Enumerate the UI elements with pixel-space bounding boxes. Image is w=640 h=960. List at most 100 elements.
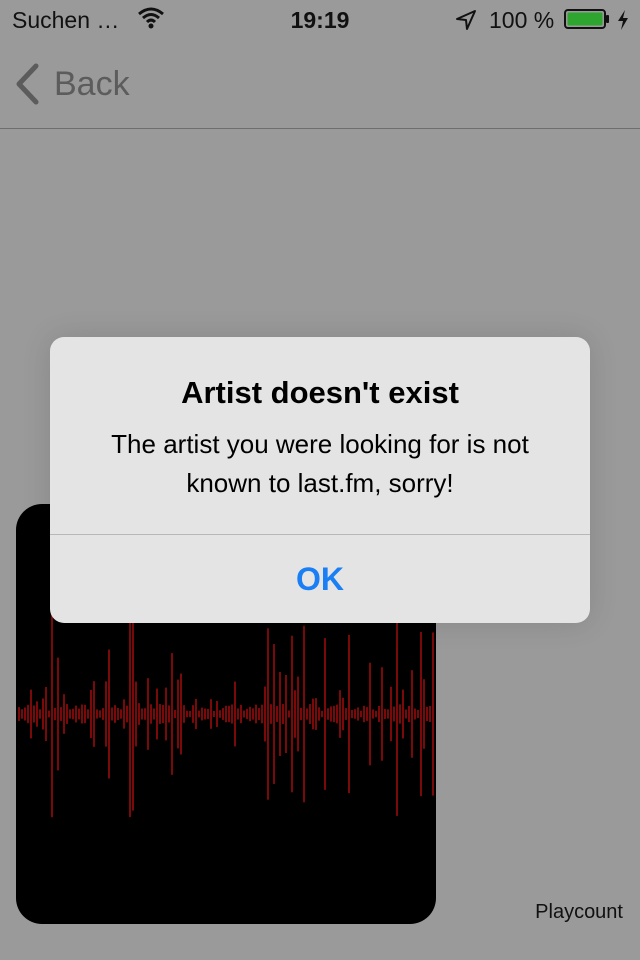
waveform-bar — [219, 710, 221, 718]
waveform-bar — [393, 706, 395, 722]
waveform-bar — [57, 657, 59, 771]
waveform-bar — [258, 708, 260, 720]
waveform-bar — [177, 679, 179, 749]
waveform-bar — [336, 704, 338, 724]
waveform-bar — [351, 709, 353, 719]
waveform-bar — [21, 709, 23, 719]
waveform-bar — [339, 690, 341, 738]
waveform-bar — [147, 678, 149, 750]
waveform-bar — [75, 705, 77, 723]
waveform-bar — [426, 706, 428, 722]
waveform-bar — [249, 706, 251, 722]
waveform-bar — [207, 708, 209, 720]
waveform-bar — [102, 708, 104, 720]
waveform-bar — [144, 708, 146, 720]
waveform-bar — [93, 681, 95, 747]
waveform-bar — [87, 709, 89, 719]
waveform-bar — [330, 706, 332, 722]
back-button[interactable]: Back — [14, 62, 130, 106]
waveform-bar — [357, 707, 359, 721]
waveform-bar — [51, 610, 53, 818]
waveform-bar — [414, 708, 416, 720]
waveform-bar — [273, 644, 275, 784]
waveform-bar — [396, 612, 398, 816]
waveform-bar — [117, 707, 119, 721]
waveform-bar — [150, 704, 152, 724]
waveform-bar — [270, 704, 272, 724]
waveform-bar — [363, 705, 365, 723]
waveform-bar — [30, 689, 32, 739]
waveform-bar — [408, 705, 410, 723]
waveform-bar — [222, 708, 224, 720]
waveform-bar — [342, 697, 344, 731]
waveform-bar — [294, 690, 296, 738]
waveform-bar — [108, 649, 110, 779]
alert-dialog: Artist doesn't exist The artist you were… — [50, 337, 590, 623]
waveform-bar — [318, 707, 320, 721]
waveform-bar — [369, 662, 371, 766]
navigation-bar: Back — [0, 40, 640, 129]
waveform-bar — [135, 681, 137, 747]
waveform-bar — [378, 705, 380, 723]
playcount-label: Playcount — [535, 901, 623, 923]
waveform-bar — [237, 708, 239, 720]
waveform-bar — [246, 708, 248, 720]
waveform-bar — [120, 709, 122, 719]
charging-bolt-icon — [618, 10, 628, 30]
waveform-bar — [60, 707, 62, 721]
waveform-bar — [90, 689, 92, 739]
waveform-bar — [429, 706, 431, 722]
waveform-bar — [204, 708, 206, 720]
location-arrow-icon — [456, 10, 476, 30]
waveform-bar — [138, 703, 140, 725]
waveform-bar — [198, 710, 200, 718]
waveform-bar — [180, 673, 182, 755]
alert-title: Artist doesn't exist — [181, 375, 459, 410]
waveform-bar — [402, 689, 404, 739]
waveform-bar — [228, 705, 230, 723]
waveform-bar — [183, 705, 185, 723]
waveform-bar — [111, 707, 113, 721]
waveform-bar — [267, 628, 269, 800]
waveform-bar — [132, 617, 134, 811]
waveform-bar — [354, 709, 356, 719]
waveform-bar — [129, 610, 131, 818]
waveform-bar — [42, 698, 44, 730]
waveform-bar — [348, 634, 350, 794]
waveform-bar — [99, 710, 101, 718]
waveform-bar — [81, 704, 83, 724]
waveform-bar — [192, 705, 194, 723]
battery-percent: 100 % — [489, 7, 555, 33]
waveform-bar — [63, 694, 65, 734]
waveform-bar — [48, 710, 50, 718]
waveform-bar — [45, 686, 47, 742]
waveform-bar — [165, 687, 167, 741]
waveform-bar — [225, 705, 227, 723]
waveform-bar — [36, 701, 38, 727]
waveform-bar — [366, 707, 368, 721]
waveform-bar — [33, 705, 35, 723]
waveform-bar — [39, 709, 41, 719]
waveform-bar — [387, 709, 389, 719]
waveform-bar — [312, 698, 314, 730]
waveform-bar — [114, 705, 116, 723]
waveform-bar — [27, 704, 29, 724]
waveform-bar — [303, 625, 305, 803]
waveform-bar — [411, 670, 413, 758]
waveform-bar — [279, 671, 281, 757]
waveform-bar — [300, 707, 302, 721]
waveform-bar — [291, 635, 293, 793]
waveform-bar — [276, 706, 278, 722]
alert-ok-button[interactable]: OK — [50, 535, 590, 623]
waveform-bar — [141, 708, 143, 720]
waveform-bar — [288, 710, 290, 718]
waveform-bar — [321, 710, 323, 718]
waveform-bar — [264, 686, 266, 742]
waveform-bar — [252, 708, 254, 720]
waveform-bar — [306, 708, 308, 720]
waveform-bar — [195, 698, 197, 730]
waveform-bar — [231, 704, 233, 724]
waveform-bar — [210, 699, 212, 729]
waveform-bar — [126, 705, 128, 723]
waveform-bar — [405, 709, 407, 719]
